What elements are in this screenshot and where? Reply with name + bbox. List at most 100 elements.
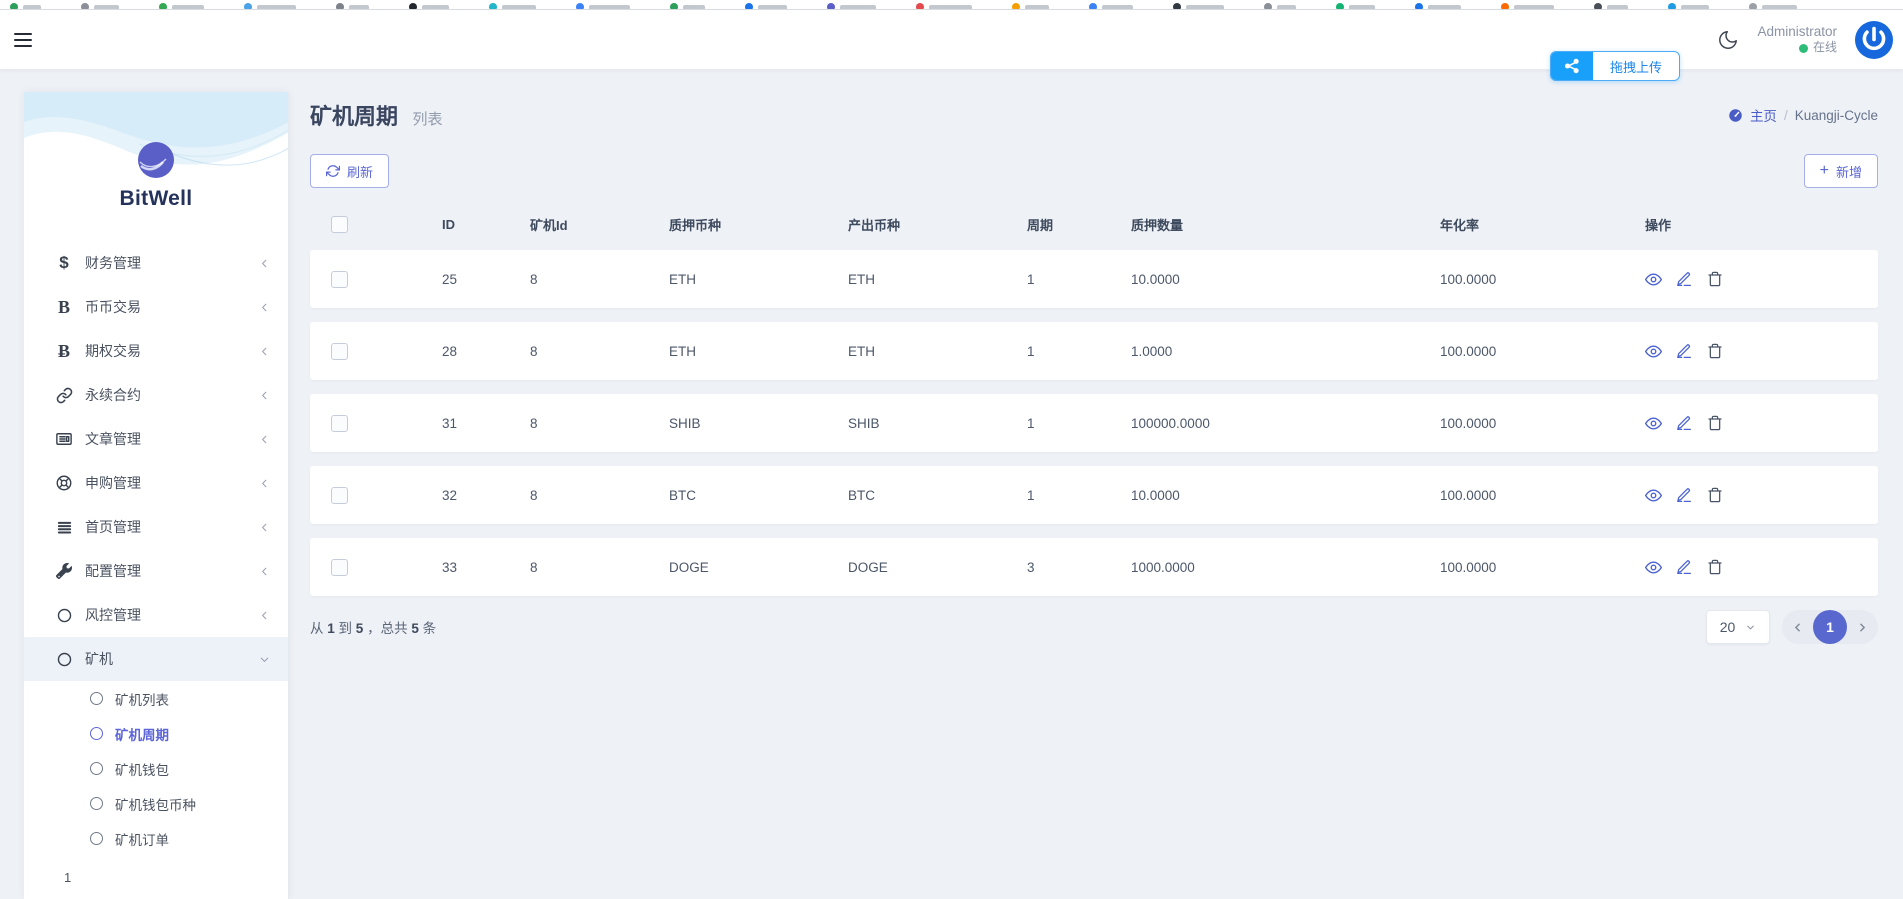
- view-icon[interactable]: [1645, 559, 1662, 576]
- edit-icon[interactable]: [1676, 487, 1693, 504]
- sidebar-subitem-label: 矿机钱包: [115, 759, 169, 779]
- bookmark-stub[interactable]: [1501, 3, 1554, 10]
- upload-label: 拖拽上传: [1593, 52, 1679, 80]
- wrench-icon: [52, 563, 76, 579]
- sidebar-item-miner[interactable]: 矿机: [24, 637, 288, 681]
- bookmark-stub[interactable]: [827, 3, 876, 10]
- add-label: 新增: [1836, 162, 1862, 181]
- bookmark-stub[interactable]: [159, 3, 204, 10]
- delete-icon[interactable]: [1707, 415, 1724, 432]
- next-page-button[interactable]: [1856, 621, 1869, 634]
- view-icon[interactable]: [1645, 343, 1662, 360]
- circle-icon: [52, 651, 76, 668]
- bookmark-stub[interactable]: [745, 3, 787, 10]
- pagination-summary: 从 1 到 5 ，总共 5 条: [310, 617, 436, 637]
- bookmark-stub[interactable]: [81, 3, 119, 10]
- online-status-label: 在线: [1813, 40, 1837, 56]
- sidebar-subitem-miner-order[interactable]: 矿机订单: [24, 821, 288, 856]
- bookmark-stub[interactable]: [1264, 3, 1296, 10]
- sidebar-item-subscription-mgmt[interactable]: 申购管理: [24, 461, 288, 505]
- breadcrumb-home-link[interactable]: 主页: [1750, 105, 1777, 125]
- sidebar-subitem-miner-wallet[interactable]: 矿机钱包: [24, 751, 288, 786]
- edit-icon[interactable]: [1676, 271, 1693, 288]
- bookmark-title-stub: [1102, 5, 1133, 10]
- column-header: 周期: [1005, 215, 1109, 234]
- row-checkbox[interactable]: [331, 343, 348, 360]
- sidebar-item-perpetual-contract[interactable]: 永续合约: [24, 373, 288, 417]
- sidebar-item-options-trade[interactable]: Ƀ期权交易: [24, 329, 288, 373]
- bookmark-stub[interactable]: [1173, 3, 1224, 10]
- bookmark-stub[interactable]: [1668, 3, 1709, 10]
- menu-toggle-button[interactable]: [14, 29, 40, 51]
- current-page-button[interactable]: 1: [1813, 610, 1847, 644]
- bookmark-stub[interactable]: [1594, 3, 1628, 10]
- bookmark-stub[interactable]: [1415, 3, 1461, 10]
- bookmark-stub[interactable]: [670, 3, 705, 10]
- sidebar-item-finance-mgmt[interactable]: $财务管理: [24, 241, 288, 285]
- sidebar-subitem-miner-wallet-coin[interactable]: 矿机钱包币种: [24, 786, 288, 821]
- add-button[interactable]: + 新增: [1804, 154, 1878, 188]
- sidebar-item-risk-mgmt[interactable]: 风控管理: [24, 593, 288, 637]
- delete-icon[interactable]: [1707, 343, 1724, 360]
- chevron-left-icon: [258, 521, 271, 534]
- sidebar-subitem-miner-cycle[interactable]: 矿机周期: [24, 716, 288, 751]
- bookmark-stub[interactable]: [1089, 3, 1133, 10]
- bookmark-stub[interactable]: [10, 3, 41, 10]
- bookmark-stub[interactable]: [576, 3, 630, 10]
- dark-mode-toggle[interactable]: [1717, 29, 1739, 51]
- bookmark-stub[interactable]: [336, 3, 369, 10]
- sidebar-item-config-mgmt[interactable]: 配置管理: [24, 549, 288, 593]
- sidebar-footer-text: 1: [64, 870, 288, 885]
- table-cell: 28: [420, 344, 508, 359]
- row-actions: [1623, 487, 1878, 504]
- row-checkbox[interactable]: [331, 415, 348, 432]
- bookmark-favicon: [244, 3, 252, 10]
- table-cell: 100.0000: [1418, 488, 1623, 503]
- view-icon[interactable]: [1645, 487, 1662, 504]
- table-cell: 1: [1005, 272, 1109, 287]
- view-icon[interactable]: [1645, 415, 1662, 432]
- bookmark-favicon: [1668, 3, 1676, 10]
- edit-icon[interactable]: [1676, 343, 1693, 360]
- breadcrumb: 主页 / Kuangji-Cycle: [1728, 105, 1878, 125]
- prev-page-button[interactable]: [1791, 621, 1804, 634]
- refresh-button[interactable]: 刷新: [310, 154, 389, 188]
- page-subtitle: 列表: [412, 111, 442, 128]
- sidebar-item-article-mgmt[interactable]: 文章管理: [24, 417, 288, 461]
- bookmark-title-stub: [1514, 5, 1554, 10]
- table-cell: 25: [420, 272, 508, 287]
- table-header-row: ID矿机Id质押币种产出币种周期质押数量年化率操作: [310, 198, 1878, 250]
- drag-upload-extension-button[interactable]: 拖拽上传: [1550, 51, 1680, 81]
- table-row: 318SHIBSHIB1100000.0000100.0000: [310, 394, 1878, 452]
- view-icon[interactable]: [1645, 271, 1662, 288]
- column-header: 产出币种: [826, 215, 1005, 234]
- row-checkbox[interactable]: [331, 487, 348, 504]
- row-checkbox[interactable]: [331, 271, 348, 288]
- table-cell: 8: [508, 272, 647, 287]
- row-checkbox[interactable]: [331, 559, 348, 576]
- bookmark-stub[interactable]: [489, 3, 536, 10]
- bookmark-stub[interactable]: [244, 3, 296, 10]
- bookmark-stub[interactable]: [916, 3, 972, 10]
- sidebar-item-spot-trade[interactable]: B币币交易: [24, 285, 288, 329]
- bookmark-stub[interactable]: [1012, 3, 1049, 10]
- bookmark-stub[interactable]: [1749, 3, 1797, 10]
- delete-icon[interactable]: [1707, 559, 1724, 576]
- delete-icon[interactable]: [1707, 271, 1724, 288]
- edit-icon[interactable]: [1676, 559, 1693, 576]
- user-info[interactable]: Administrator 在线: [1757, 23, 1837, 56]
- sidebar-subitem-miner-list[interactable]: 矿机列表: [24, 681, 288, 716]
- edit-icon[interactable]: [1676, 415, 1693, 432]
- sidebar-item-homepage-mgmt[interactable]: 首页管理: [24, 505, 288, 549]
- row-actions: [1623, 415, 1878, 432]
- sidebar: BitWell $财务管理B币币交易Ƀ期权交易永续合约文章管理申购管理首页管理配…: [24, 92, 289, 899]
- sidebar-subitem-label: 矿机订单: [115, 829, 169, 849]
- delete-icon[interactable]: [1707, 487, 1724, 504]
- bookmark-stub[interactable]: [409, 3, 449, 10]
- select-all-checkbox[interactable]: [331, 216, 348, 233]
- chevron-left-icon: [258, 345, 271, 358]
- sidebar-subitem-label: 矿机列表: [115, 689, 169, 709]
- bookmark-stub[interactable]: [1336, 3, 1375, 10]
- page-size-select[interactable]: 20: [1706, 610, 1770, 644]
- avatar[interactable]: [1855, 21, 1893, 59]
